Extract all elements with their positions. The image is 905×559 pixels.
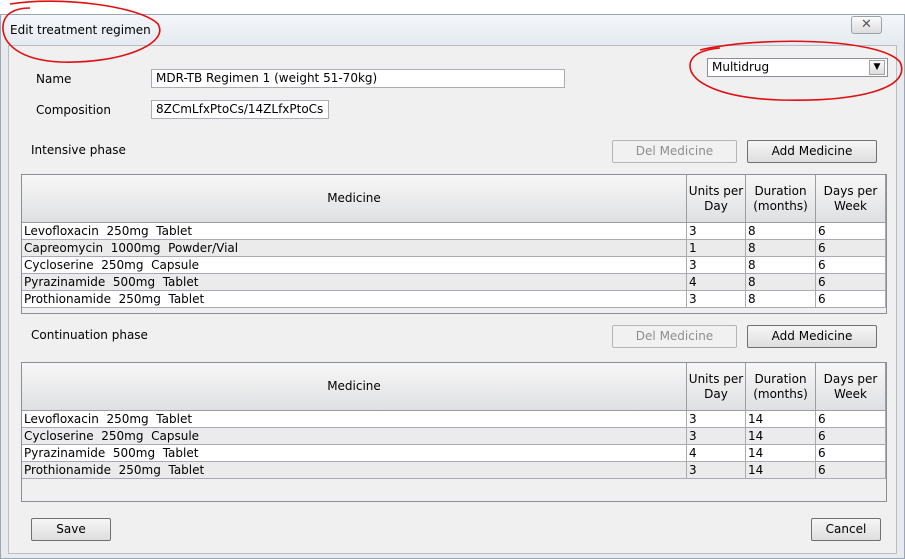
- cell-units-per-day[interactable]: 3: [687, 291, 746, 307]
- continuation-add-medicine-button[interactable]: Add Medicine: [747, 325, 877, 348]
- cell-duration[interactable]: 8: [746, 240, 816, 256]
- cell-duration[interactable]: 14: [746, 445, 816, 461]
- cell-duration[interactable]: 8: [746, 257, 816, 273]
- intensive-add-medicine-button[interactable]: Add Medicine: [747, 140, 877, 163]
- table-row[interactable]: Pyrazinamide 500mg Tablet 4 14 6: [22, 445, 886, 462]
- composition-field[interactable]: 8ZCmLfxPtoCs/14ZLfxPtoCs: [151, 100, 329, 119]
- close-button[interactable]: ✕: [851, 16, 882, 34]
- cell-units-per-day[interactable]: 3: [687, 257, 746, 273]
- dialog-title: Edit treatment regimen: [10, 23, 151, 37]
- column-header-days-per-week[interactable]: Days per Week: [816, 363, 886, 410]
- composition-label: Composition: [36, 103, 111, 117]
- table-header: Medicine Units per Day Duration (months)…: [22, 363, 886, 411]
- cell-days-per-week[interactable]: 6: [816, 445, 886, 461]
- cell-medicine[interactable]: Pyrazinamide 500mg Tablet: [22, 274, 687, 290]
- cell-medicine[interactable]: Cycloserine 250mg Capsule: [22, 257, 687, 273]
- column-header-duration[interactable]: Duration (months): [746, 363, 816, 410]
- cell-medicine[interactable]: Capreomycin 1000mg Powder/Vial: [22, 240, 687, 256]
- cell-medicine[interactable]: Pyrazinamide 500mg Tablet: [22, 445, 687, 461]
- table-row[interactable]: Levofloxacin 250mg Tablet 3 8 6: [22, 223, 886, 240]
- cell-units-per-day[interactable]: 4: [687, 274, 746, 290]
- table-header: Medicine Units per Day Duration (months)…: [22, 175, 886, 223]
- cell-days-per-week[interactable]: 6: [816, 240, 886, 256]
- title-bar: Edit treatment regimen ✕: [1, 15, 904, 45]
- cell-days-per-week[interactable]: 6: [816, 428, 886, 444]
- cell-duration[interactable]: 14: [746, 428, 816, 444]
- continuation-medicine-table: Medicine Units per Day Duration (months)…: [21, 362, 887, 502]
- cell-duration[interactable]: 8: [746, 223, 816, 239]
- table-row[interactable]: Prothionamide 250mg Tablet 3 14 6: [22, 462, 886, 479]
- cell-units-per-day[interactable]: 3: [687, 462, 746, 478]
- intensive-medicine-table: Medicine Units per Day Duration (months)…: [21, 174, 887, 314]
- cell-medicine[interactable]: Prothionamide 250mg Tablet: [22, 462, 687, 478]
- name-field[interactable]: MDR-TB Regimen 1 (weight 51-70kg): [151, 69, 565, 88]
- column-header-medicine[interactable]: Medicine: [22, 175, 687, 222]
- cell-medicine[interactable]: Prothionamide 250mg Tablet: [22, 291, 687, 307]
- cell-days-per-week[interactable]: 6: [816, 223, 886, 239]
- name-label: Name: [36, 72, 72, 86]
- table-row[interactable]: Pyrazinamide 500mg Tablet 4 8 6: [22, 274, 886, 291]
- table-row[interactable]: Cycloserine 250mg Capsule 3 8 6: [22, 257, 886, 274]
- table-row[interactable]: Capreomycin 1000mg Powder/Vial 1 8 6: [22, 240, 886, 257]
- cell-medicine[interactable]: Cycloserine 250mg Capsule: [22, 428, 687, 444]
- cell-units-per-day[interactable]: 3: [687, 428, 746, 444]
- column-header-units-per-day[interactable]: Units per Day: [687, 175, 746, 222]
- table-row[interactable]: Levofloxacin 250mg Tablet 3 14 6: [22, 411, 886, 428]
- continuation-del-medicine-button[interactable]: Del Medicine: [612, 325, 737, 348]
- regimen-type-select[interactable]: Multidrug ▼: [707, 58, 888, 77]
- chevron-down-icon[interactable]: ▼: [869, 60, 885, 75]
- table-row[interactable]: Cycloserine 250mg Capsule 3 14 6: [22, 428, 886, 445]
- intensive-del-medicine-button[interactable]: Del Medicine: [612, 140, 737, 163]
- column-header-medicine[interactable]: Medicine: [22, 363, 687, 410]
- regimen-type-value: Multidrug: [712, 60, 770, 74]
- edit-regimen-dialog: Edit treatment regimen ✕ Name MDR-TB Reg…: [0, 14, 905, 559]
- cell-units-per-day[interactable]: 3: [687, 223, 746, 239]
- column-header-days-per-week[interactable]: Days per Week: [816, 175, 886, 222]
- cell-days-per-week[interactable]: 6: [816, 274, 886, 290]
- cell-days-per-week[interactable]: 6: [816, 291, 886, 307]
- cell-days-per-week[interactable]: 6: [816, 462, 886, 478]
- close-icon: ✕: [861, 17, 872, 32]
- intensive-phase-label: Intensive phase: [31, 143, 126, 157]
- dialog-body: Name MDR-TB Regimen 1 (weight 51-70kg) C…: [8, 45, 897, 554]
- save-button[interactable]: Save: [31, 518, 111, 541]
- cell-units-per-day[interactable]: 4: [687, 445, 746, 461]
- cancel-button[interactable]: Cancel: [811, 518, 881, 541]
- cell-duration[interactable]: 8: [746, 274, 816, 290]
- cell-days-per-week[interactable]: 6: [816, 257, 886, 273]
- cell-medicine[interactable]: Levofloxacin 250mg Tablet: [22, 411, 687, 427]
- column-header-units-per-day[interactable]: Units per Day: [687, 363, 746, 410]
- cell-medicine[interactable]: Levofloxacin 250mg Tablet: [22, 223, 687, 239]
- continuation-phase-label: Continuation phase: [31, 328, 148, 342]
- cell-units-per-day[interactable]: 1: [687, 240, 746, 256]
- cell-duration[interactable]: 14: [746, 462, 816, 478]
- table-row[interactable]: Prothionamide 250mg Tablet 3 8 6: [22, 291, 886, 308]
- cell-duration[interactable]: 14: [746, 411, 816, 427]
- cell-duration[interactable]: 8: [746, 291, 816, 307]
- column-header-duration[interactable]: Duration (months): [746, 175, 816, 222]
- cell-units-per-day[interactable]: 3: [687, 411, 746, 427]
- cell-days-per-week[interactable]: 6: [816, 411, 886, 427]
